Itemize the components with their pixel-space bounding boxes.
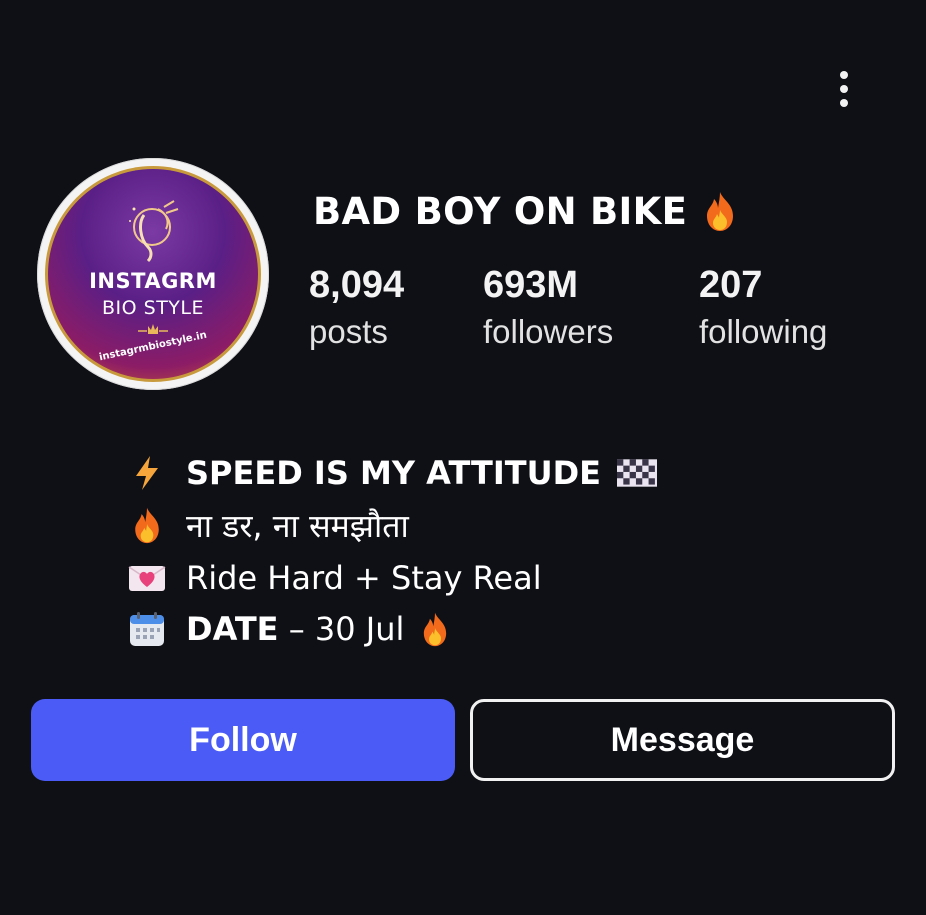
fire-icon: [707, 192, 734, 231]
bio-line-speed: SPEED IS MY ATTITUDE: [128, 450, 657, 496]
bio-date-label: DATE: [186, 610, 279, 648]
more-dot: [840, 85, 848, 93]
fire-icon: [424, 612, 447, 647]
posts-label: posts: [309, 313, 388, 350]
avatar-brand-line2: BIO STYLE: [102, 297, 204, 319]
bio-text-speed: SPEED IS MY ATTITUDE: [186, 454, 601, 492]
stat-followers[interactable]: 693M followers: [483, 262, 613, 356]
avatar-logo: INSTAGRM BIO STYLE instagrmbiostyle.in: [48, 169, 258, 379]
avatar-brand-line1: INSTAGRM: [89, 269, 217, 293]
bio-line-hindi: ना डर, ना समझौता: [128, 502, 409, 548]
more-dot: [840, 71, 848, 79]
following-label: following: [699, 313, 828, 350]
more-dot: [840, 99, 848, 107]
bio-text-ride: Ride Hard + Stay Real: [186, 559, 542, 597]
heart-letter-icon: [128, 566, 166, 591]
followers-label: followers: [483, 313, 614, 350]
checkered-flag-icon: [616, 459, 657, 487]
lightning-icon: [136, 456, 158, 490]
woman-silhouette-icon: [129, 200, 179, 263]
stat-posts[interactable]: 8,094 posts: [309, 262, 404, 356]
stat-following[interactable]: 207 following: [699, 262, 827, 356]
more-options-icon[interactable]: [824, 64, 864, 114]
avatar-ring: INSTAGRM BIO STYLE instagrmbiostyle.in: [45, 166, 261, 382]
calendar-icon: [130, 612, 164, 646]
bio-date-value: – 30 Jul: [278, 610, 405, 648]
fire-icon: [135, 507, 159, 544]
followers-count: 693M: [483, 264, 579, 306]
follow-button[interactable]: Follow: [31, 699, 455, 781]
following-count: 207: [699, 264, 763, 306]
message-button[interactable]: Message: [470, 699, 895, 781]
bio-text-hindi: ना डर, ना समझौता: [186, 506, 409, 545]
profile-username: BAD BOY ON BIKE: [313, 186, 737, 236]
crown-icon: [138, 324, 168, 334]
bio-line-date: DATE – 30 Jul: [128, 606, 452, 652]
profile-screen: INSTAGRM BIO STYLE instagrmbiostyle.in B…: [0, 0, 926, 915]
posts-count: 8,094: [309, 264, 405, 306]
bio-line-ride: Ride Hard + Stay Real: [128, 555, 542, 601]
avatar[interactable]: INSTAGRM BIO STYLE instagrmbiostyle.in: [37, 158, 269, 390]
username-text: BAD BOY ON BIKE: [313, 189, 688, 233]
